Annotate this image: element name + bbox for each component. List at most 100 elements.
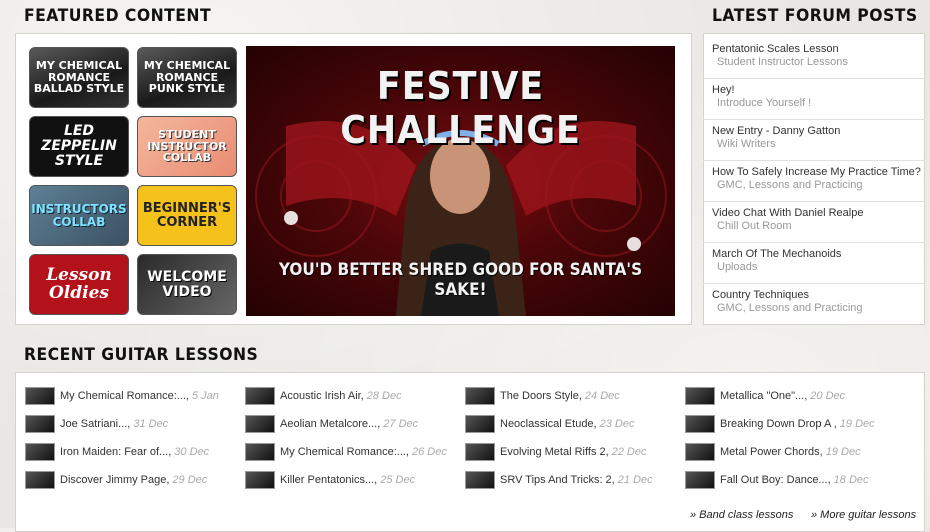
lesson-item[interactable]: Aeolian Metalcore..., 27 Dec	[245, 414, 418, 434]
lesson-item[interactable]: Discover Jimmy Page, 29 Dec	[25, 470, 207, 490]
post-category[interactable]: GMC, Lessons and Practicing	[712, 302, 925, 314]
forum-post[interactable]: Country Techniques GMC, Lessons and Prac…	[703, 284, 925, 325]
thumb-mcr-punk[interactable]: MY CHEMICAL ROMANCE PUNK STYLE	[137, 47, 237, 108]
featured-heading: FEATURED CONTENT	[24, 6, 212, 26]
lesson-name[interactable]: The Doors Style,	[500, 390, 582, 402]
lesson-thumbnail[interactable]	[245, 443, 275, 461]
band-class-lessons-link[interactable]: » Band class lessons	[690, 509, 793, 521]
lesson-name[interactable]: Metallica "One"...,	[720, 390, 807, 402]
thumb-label: STUDENT INSTRUCTOR COLLAB	[147, 128, 227, 165]
lesson-name[interactable]: Joe Satriani...,	[60, 418, 130, 430]
forum-post[interactable]: March Of The Mechanoids Uploads	[703, 243, 925, 284]
forum-post[interactable]: Video Chat With Daniel Realpe Chill Out …	[703, 202, 925, 243]
lesson-date: 31 Dec	[133, 418, 169, 430]
lesson-date: 23 Dec	[599, 418, 635, 430]
lesson-date: 18 Dec	[833, 474, 869, 486]
forum-post[interactable]: Pentatonic Scales Lesson Student Instruc…	[703, 38, 925, 79]
forum-post[interactable]: How To Safely Increase My Practice Time?…	[703, 161, 925, 202]
lesson-date: 5 Jan	[191, 390, 219, 402]
lesson-item[interactable]: Joe Satriani..., 31 Dec	[25, 414, 168, 434]
lesson-name[interactable]: Iron Maiden: Fear of...,	[60, 446, 171, 458]
lesson-item[interactable]: Breaking Down Drop A , 19 Dec	[685, 414, 875, 434]
post-title[interactable]: How To Safely Increase My Practice Time?	[712, 166, 925, 178]
lesson-thumbnail[interactable]	[25, 443, 55, 461]
lesson-thumbnail[interactable]	[25, 415, 55, 433]
lesson-name[interactable]: Discover Jimmy Page,	[60, 474, 169, 486]
lesson-thumbnail[interactable]	[465, 471, 495, 489]
post-title[interactable]: Video Chat With Daniel Realpe	[712, 207, 925, 219]
lesson-name[interactable]: My Chemical Romance:...,	[60, 390, 189, 402]
lesson-thumbnail[interactable]	[685, 387, 715, 405]
lesson-name[interactable]: Acoustic Irish Air,	[280, 390, 364, 402]
lesson-thumbnail[interactable]	[685, 415, 715, 433]
lesson-date: 27 Dec	[383, 418, 419, 430]
lesson-date: 21 Dec	[617, 474, 653, 486]
post-category[interactable]: GMC, Lessons and Practicing	[712, 179, 925, 191]
thumb-instructors-collab[interactable]: INSTRUCTORS COLLAB	[29, 185, 129, 246]
post-title[interactable]: New Entry - Danny Gatton	[712, 125, 925, 137]
thumb-label: MY CHEMICAL ROMANCE PUNK STYLE	[143, 59, 231, 96]
thumb-label: MY CHEMICAL ROMANCE BALLAD STYLE	[33, 59, 125, 96]
lesson-item[interactable]: Acoustic Irish Air, 28 Dec	[245, 386, 402, 406]
lesson-item[interactable]: My Chemical Romance:..., 5 Jan	[25, 386, 219, 406]
lesson-item[interactable]: SRV Tips And Tricks: 2, 21 Dec	[465, 470, 653, 490]
lesson-thumbnail[interactable]	[465, 415, 495, 433]
thumb-led-zeppelin[interactable]: LED ZEPPELIN STYLE	[29, 116, 129, 177]
post-title[interactable]: Pentatonic Scales Lesson	[712, 43, 925, 55]
lesson-item[interactable]: My Chemical Romance:..., 26 Dec	[245, 442, 447, 462]
more-guitar-lessons-link[interactable]: » More guitar lessons	[811, 509, 916, 521]
thumb-student-instructor[interactable]: STUDENT INSTRUCTOR COLLAB	[137, 116, 237, 177]
lesson-thumbnail[interactable]	[465, 443, 495, 461]
post-title[interactable]: Country Techniques	[712, 289, 925, 301]
thumb-lesson-oldies[interactable]: Lesson Oldies	[29, 254, 129, 315]
lesson-thumbnail[interactable]	[245, 471, 275, 489]
lesson-item[interactable]: Iron Maiden: Fear of..., 30 Dec	[25, 442, 209, 462]
lesson-name[interactable]: Aeolian Metalcore...,	[280, 418, 380, 430]
lesson-name[interactable]: Metal Power Chords,	[720, 446, 823, 458]
lesson-item[interactable]: Fall Out Boy: Dance..., 18 Dec	[685, 470, 869, 490]
thumb-label: INSTRUCTORS COLLAB	[31, 201, 127, 229]
thumb-label: Lesson Oldies	[46, 264, 112, 303]
lesson-thumbnail[interactable]	[245, 415, 275, 433]
lesson-item[interactable]: Killer Pentatonics..., 25 Dec	[245, 470, 415, 490]
lesson-name[interactable]: Neoclassical Etude,	[500, 418, 597, 430]
thumb-label: WELCOME VIDEO	[147, 268, 227, 300]
lesson-thumbnail[interactable]	[685, 443, 715, 461]
forum-post[interactable]: Hey! Introduce Yourself !	[703, 79, 925, 120]
post-title[interactable]: March Of The Mechanoids	[712, 248, 925, 260]
lesson-name[interactable]: My Chemical Romance:...,	[280, 446, 409, 458]
thumb-label: LED ZEPPELIN STYLE	[41, 123, 117, 169]
lesson-date: 25 Dec	[380, 474, 416, 486]
post-title[interactable]: Hey!	[712, 84, 925, 96]
lesson-thumbnail[interactable]	[465, 387, 495, 405]
lesson-item[interactable]: Metal Power Chords, 19 Dec	[685, 442, 861, 462]
lessons-heading: RECENT GUITAR LESSONS	[24, 345, 259, 365]
lesson-item[interactable]: Evolving Metal Riffs 2, 22 Dec	[465, 442, 646, 462]
lesson-thumbnail[interactable]	[25, 387, 55, 405]
lesson-name[interactable]: Killer Pentatonics...,	[280, 474, 377, 486]
lesson-thumbnail[interactable]	[685, 471, 715, 489]
thumb-mcr-ballad[interactable]: MY CHEMICAL ROMANCE BALLAD STYLE	[29, 47, 129, 108]
post-category[interactable]: Wiki Writers	[712, 138, 925, 150]
post-category[interactable]: Chill Out Room	[712, 220, 925, 232]
lesson-item[interactable]: Metallica "One"..., 20 Dec	[685, 386, 845, 406]
thumb-beginners-corner[interactable]: BEGINNER'S CORNER	[137, 185, 237, 246]
lesson-name[interactable]: SRV Tips And Tricks: 2,	[500, 474, 615, 486]
lesson-thumbnail[interactable]	[245, 387, 275, 405]
banner-title: FESTIVE CHALLENGE	[340, 64, 581, 152]
forum-post[interactable]: New Entry - Danny Gatton Wiki Writers	[703, 120, 925, 161]
lesson-item[interactable]: Neoclassical Etude, 23 Dec	[465, 414, 634, 434]
post-category[interactable]: Student Instructor Lessons	[712, 56, 925, 68]
lesson-date: 26 Dec	[411, 446, 447, 458]
thumb-welcome-video[interactable]: WELCOME VIDEO	[137, 254, 237, 315]
post-category[interactable]: Uploads	[712, 261, 925, 273]
lesson-name[interactable]: Evolving Metal Riffs 2,	[500, 446, 609, 458]
festive-challenge-banner[interactable]: FESTIVE CHALLENGE YOU'D BETTER SHRED GOO…	[246, 46, 675, 316]
lesson-thumbnail[interactable]	[25, 471, 55, 489]
lesson-item[interactable]: The Doors Style, 24 Dec	[465, 386, 620, 406]
lesson-name[interactable]: Fall Out Boy: Dance...,	[720, 474, 831, 486]
post-category[interactable]: Introduce Yourself !	[712, 97, 925, 109]
lesson-name[interactable]: Breaking Down Drop A ,	[720, 418, 837, 430]
lesson-date: 20 Dec	[810, 390, 846, 402]
banner-subtitle: YOU'D BETTER SHRED GOOD FOR SANTA'S SAKE…	[278, 260, 643, 300]
